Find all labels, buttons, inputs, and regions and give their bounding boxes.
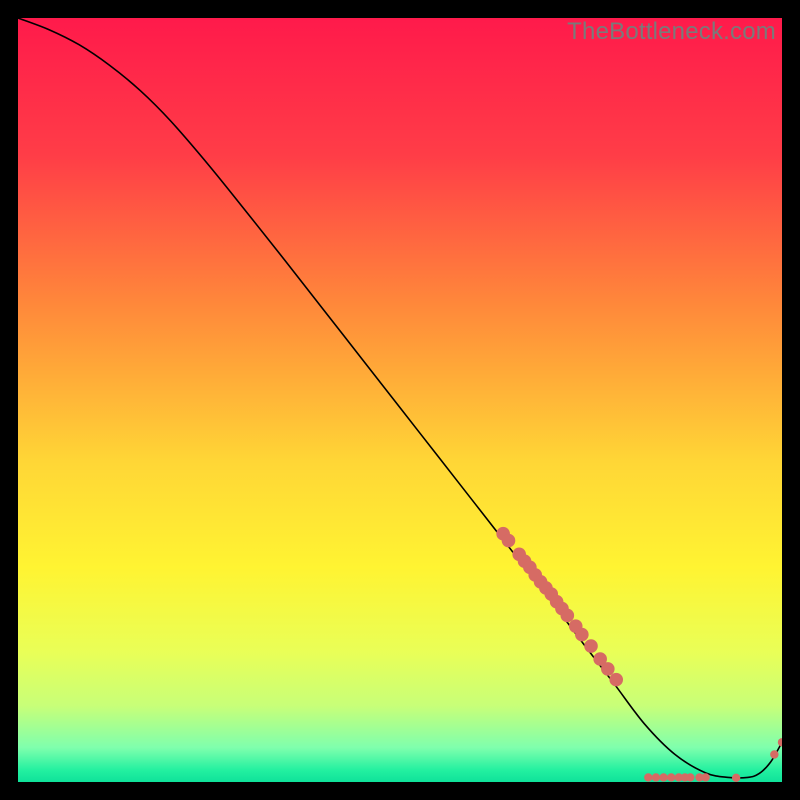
watermark-text: TheBottleneck.com xyxy=(567,18,776,46)
data-point xyxy=(584,639,598,653)
data-point xyxy=(561,609,575,623)
data-point xyxy=(659,773,667,781)
data-markers xyxy=(496,527,782,782)
data-point xyxy=(770,750,778,758)
plot-area: TheBottleneck.com xyxy=(18,18,782,782)
data-point xyxy=(667,773,675,781)
curve-overlay xyxy=(18,18,782,782)
data-point xyxy=(732,774,740,782)
data-point xyxy=(701,773,709,781)
data-point xyxy=(778,738,782,746)
data-point xyxy=(609,673,623,687)
bottleneck-curve xyxy=(18,18,782,778)
data-point xyxy=(686,773,694,781)
data-point xyxy=(652,773,660,781)
chart-stage: TheBottleneck.com xyxy=(0,0,800,800)
data-point xyxy=(644,773,652,781)
data-point xyxy=(502,534,516,548)
data-point xyxy=(601,662,615,676)
data-point xyxy=(575,628,589,642)
